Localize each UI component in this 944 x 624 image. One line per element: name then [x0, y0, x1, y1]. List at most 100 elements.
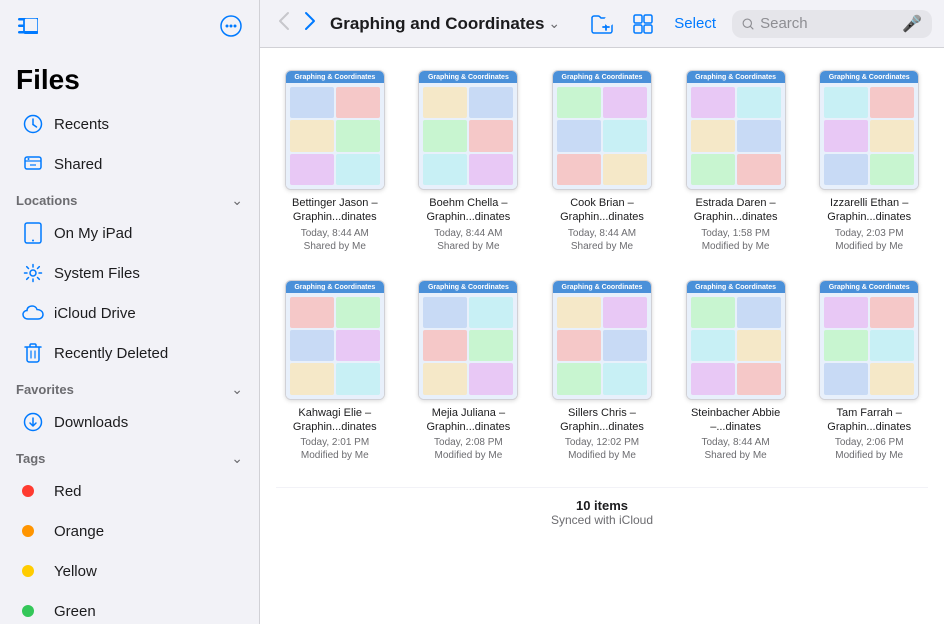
cloud-icon [22, 302, 44, 324]
file-item[interactable]: Graphing & Coordinates Sillers Chris –Gr… [543, 274, 661, 468]
main-content: Graphing and Coordinates ⌄ [260, 0, 944, 624]
clock-icon [22, 113, 44, 135]
tag-red-dot [22, 480, 44, 502]
sidebar-item-tag-orange[interactable]: Orange [6, 512, 253, 550]
sidebar-item-tag-green[interactable]: Green [6, 592, 253, 624]
file-meta-shared: Shared by Me [304, 241, 366, 252]
file-thumbnail: Graphing & Coordinates [819, 280, 919, 400]
microphone-icon[interactable]: 🎤 [902, 14, 922, 34]
sidebar: Files Recents Shared Locations ⌄ [0, 0, 260, 624]
file-item[interactable]: Graphing & Coordinates Kahwagi Elie –Gra… [276, 274, 394, 468]
search-icon [742, 16, 754, 32]
file-thumbnail-header: Graphing & Coordinates [553, 281, 651, 293]
file-name: Izzarelli Ethan –Graphin...dinates [827, 196, 911, 225]
file-thumbnail-body [687, 293, 785, 399]
sidebar-item-icloud-drive[interactable]: iCloud Drive [6, 294, 253, 332]
sidebar-item-system-files-label: System Files [54, 265, 140, 282]
file-date: Today, 8:44 AM [568, 227, 636, 241]
file-thumbnail-header: Graphing & Coordinates [820, 281, 918, 293]
file-name: Estrada Daren –Graphin...dinates [694, 196, 778, 225]
search-bar: 🎤 [732, 10, 932, 38]
sidebar-item-recently-deleted-label: Recently Deleted [54, 345, 168, 362]
favorites-section-header[interactable]: Favorites ⌄ [0, 373, 259, 402]
select-button[interactable]: Select [668, 11, 722, 36]
view-toggle-button[interactable] [628, 9, 658, 39]
file-item[interactable]: Graphing & Coordinates Estrada Daren –Gr… [677, 64, 795, 258]
file-date: Today, 1:58 PM [701, 227, 770, 241]
file-item[interactable]: Graphing & Coordinates Cook Brian –Graph… [543, 64, 661, 258]
tags-section-header[interactable]: Tags ⌄ [0, 442, 259, 471]
file-date: Today, 8:44 AM [301, 227, 369, 241]
tags-chevron-icon[interactable]: ⌄ [231, 450, 243, 467]
toolbar: Graphing and Coordinates ⌄ [260, 0, 944, 48]
sidebar-item-shared-label: Shared [54, 156, 102, 173]
file-thumbnail-header: Graphing & Coordinates [286, 71, 384, 83]
file-date: Today, 8:44 AM [434, 227, 502, 241]
sidebar-item-recents-label: Recents [54, 116, 109, 133]
file-meta-shared: Modified by Me [702, 241, 770, 252]
sidebar-item-recently-deleted[interactable]: Recently Deleted [6, 334, 253, 372]
file-date: Today, 8:44 AM [701, 436, 769, 450]
file-thumbnail-header: Graphing & Coordinates [286, 281, 384, 293]
new-folder-button[interactable] [586, 9, 618, 39]
file-meta-shared: Shared by Me [571, 241, 633, 252]
forward-button[interactable] [298, 9, 322, 39]
file-name: Sillers Chris –Graphin...dinates [560, 406, 644, 435]
toolbar-actions: Select 🎤 [586, 9, 932, 39]
file-thumbnail-body [553, 83, 651, 189]
file-name: Kahwagi Elie –Graphin...dinates [293, 406, 377, 435]
sidebar-item-system-files[interactable]: System Files [6, 254, 253, 292]
sidebar-item-shared[interactable]: Shared [6, 145, 253, 183]
sidebar-more-button[interactable] [213, 8, 249, 44]
file-item[interactable]: Graphing & Coordinates Mejia Juliana –Gr… [410, 274, 528, 468]
file-date: Today, 12:02 PM [565, 436, 639, 450]
file-thumbnail-body [419, 83, 517, 189]
sidebar-item-recents[interactable]: Recents [6, 105, 253, 143]
file-thumbnail: Graphing & Coordinates [686, 280, 786, 400]
file-date: Today, 2:06 PM [835, 436, 904, 450]
file-item[interactable]: Graphing & Coordinates Bettinger Jason –… [276, 64, 394, 258]
file-meta-shared: Shared by Me [437, 241, 499, 252]
file-meta-shared: Modified by Me [835, 241, 903, 252]
toolbar-title-chevron-icon[interactable]: ⌄ [548, 15, 560, 32]
file-name: Mejia Juliana –Graphin...dinates [427, 406, 511, 435]
trash-icon [22, 342, 44, 364]
search-input[interactable] [760, 15, 896, 32]
sidebar-title: Files [0, 48, 259, 104]
file-thumbnail-body [286, 293, 384, 399]
toolbar-title-text: Graphing and Coordinates [330, 14, 544, 34]
file-item[interactable]: Graphing & Coordinates Izzarelli Ethan –… [810, 64, 928, 258]
favorites-label: Favorites [16, 382, 74, 397]
tag-yellow-dot [22, 560, 44, 582]
ipad-icon [22, 222, 44, 244]
file-thumbnail-header: Graphing & Coordinates [687, 71, 785, 83]
file-thumbnail: Graphing & Coordinates [285, 70, 385, 190]
file-thumbnail-body [553, 293, 651, 399]
sidebar-item-tag-yellow-label: Yellow [54, 563, 97, 580]
tag-green-dot [22, 600, 44, 622]
file-item[interactable]: Graphing & Coordinates Boehm Chella –Gra… [410, 64, 528, 258]
file-name: Bettinger Jason –Graphin...dinates [292, 196, 378, 225]
sync-status: Synced with iCloud [276, 513, 928, 527]
sidebar-item-tag-red[interactable]: Red [6, 472, 253, 510]
favorites-chevron-icon[interactable]: ⌄ [231, 381, 243, 398]
back-button[interactable] [272, 9, 296, 39]
sidebar-item-on-my-ipad[interactable]: On My iPad [6, 214, 253, 252]
sidebar-top-bar [0, 0, 259, 48]
sidebar-item-on-my-ipad-label: On My iPad [54, 225, 132, 242]
sidebar-item-downloads[interactable]: Downloads [6, 403, 253, 441]
locations-chevron-icon[interactable]: ⌄ [231, 192, 243, 209]
sidebar-collapse-button[interactable] [10, 8, 46, 44]
sidebar-item-tag-orange-label: Orange [54, 523, 104, 540]
file-thumbnail-body [419, 293, 517, 399]
file-thumbnail-body [687, 83, 785, 189]
file-item[interactable]: Graphing & Coordinates Steinbacher Abbie… [677, 274, 795, 468]
file-date: Today, 2:08 PM [434, 436, 503, 450]
locations-section-header[interactable]: Locations ⌄ [0, 184, 259, 213]
file-meta-shared: Modified by Me [434, 450, 502, 461]
file-grid-container: Graphing & Coordinates Bettinger Jason –… [260, 48, 944, 624]
file-item[interactable]: Graphing & Coordinates Tam Farrah –Graph… [810, 274, 928, 468]
sidebar-item-tag-yellow[interactable]: Yellow [6, 552, 253, 590]
file-thumbnail: Graphing & Coordinates [552, 70, 652, 190]
file-date: Today, 2:03 PM [835, 227, 904, 241]
